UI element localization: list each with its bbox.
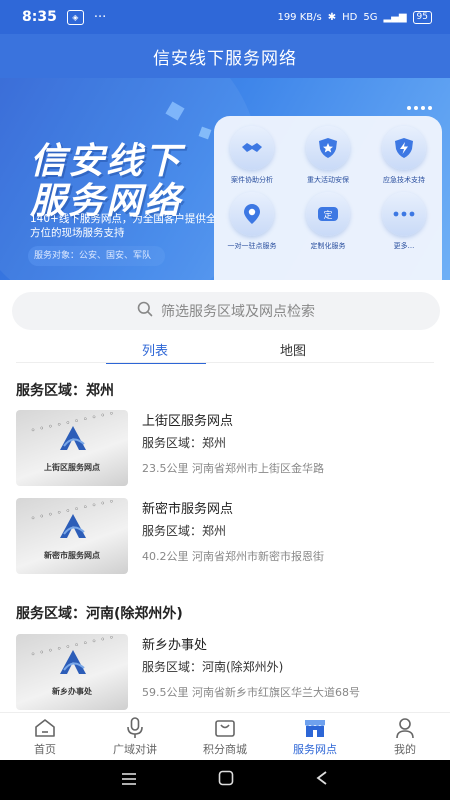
page-header: 信安线下服务网络 (0, 34, 450, 78)
decor-cube (165, 101, 185, 121)
shopping-bag-icon (214, 717, 236, 739)
service-onsite[interactable]: 一对一驻点服务 (216, 192, 288, 251)
signal-bars-icon: ▂▄▆ (383, 11, 407, 23)
search-bar[interactable]: 筛选服务区域及网点检索 (12, 292, 440, 330)
service-emergency-support[interactable]: 应急技术支持 (368, 126, 440, 185)
service-customized[interactable]: 定 定制化服务 (292, 192, 364, 251)
search-placeholder: 筛选服务区域及网点检索 (161, 304, 315, 320)
network-speed: 199 KB/s (277, 11, 322, 23)
region-title-zhengzhou: 服务区域：郑州 (16, 383, 114, 399)
svg-text:定: 定 (323, 209, 332, 221)
home-square-icon[interactable] (218, 770, 234, 790)
nav-intercom[interactable]: 广域对讲 (90, 713, 180, 760)
status-bar: 8:35 ◈ ··· 199 KB/s ✱ HD 5G ▂▄▆ 95 (0, 0, 450, 34)
banner-service-target: 服务对象：公安、国安、军队 (28, 246, 166, 266)
service-point-photo: ◦ ◦ ◦ ◦ ◦ ◦ ◦ ◦ ◦ ◦ 新密市服务网点 (16, 498, 128, 574)
nav-service-points[interactable]: 服务网点 (270, 713, 360, 760)
custom-badge-icon: 定 (306, 192, 350, 236)
company-logo-icon (60, 650, 86, 674)
service-point-name: 上街区服务网点 (142, 414, 234, 429)
tab-map[interactable]: 地图 (280, 340, 306, 359)
bluetooth-icon: ✱ (327, 11, 337, 23)
app-screen: 8:35 ◈ ··· 199 KB/s ✱ HD 5G ▂▄▆ 95 信安线下服… (0, 0, 450, 800)
service-point-photo: ◦ ◦ ◦ ◦ ◦ ◦ ◦ ◦ ◦ ◦ 上街区服务网点 (16, 410, 128, 486)
home-icon (34, 717, 56, 739)
menu-icon[interactable] (121, 771, 137, 790)
battery-icon: 95 (412, 10, 432, 24)
hd-icon: HD (342, 11, 358, 23)
app-notification-icon: ◈ (66, 9, 84, 25)
microphone-icon (126, 717, 144, 739)
user-icon (395, 717, 415, 739)
banner-description: 140+线下服务网点，为全国客户提供全方位的现场服务支持 (30, 213, 217, 239)
more-notifications-icon: ··· (93, 9, 107, 25)
system-navigation-bar (0, 760, 450, 800)
more-dots-icon (382, 192, 426, 236)
view-tabs: 列表 地图 (0, 336, 450, 364)
list-item[interactable]: ◦ ◦ ◦ ◦ ◦ ◦ ◦ ◦ ◦ ◦ 新乡办事处 新乡办事处 服务区域：河南(… (16, 634, 436, 710)
list-item[interactable]: ◦ ◦ ◦ ◦ ◦ ◦ ◦ ◦ ◦ ◦ 新密市服务网点 新密市服务网点 服务区域… (16, 498, 436, 574)
service-point-photo: ◦ ◦ ◦ ◦ ◦ ◦ ◦ ◦ ◦ ◦ 新乡办事处 (16, 634, 128, 710)
service-event-security[interactable]: 重大活动安保 (292, 126, 364, 185)
service-point-address: 40.2公里 河南省郑州市新密市报恩街 (142, 550, 324, 563)
service-point-address: 23.5公里 河南省郑州市上街区金华路 (142, 462, 324, 475)
service-point-region: 服务区域：河南(除郑州外) (142, 660, 284, 674)
back-icon[interactable] (315, 770, 329, 790)
company-logo-icon (60, 426, 86, 450)
search-icon (137, 301, 153, 321)
service-point-name: 新乡办事处 (142, 638, 208, 653)
service-grid: 案件协助分析 重大活动安保 应急技术支持 一对一驻点服务 定 定制化服务 更多.… (214, 116, 442, 280)
more-dots-icon (407, 106, 432, 110)
service-point-name: 新密市服务网点 (142, 502, 234, 517)
service-point-address: 59.5公里 河南省新乡市红旗区华兰大道68号 (142, 686, 360, 699)
region-title-henan: 服务区域：河南(除郑州外) (16, 606, 183, 622)
service-case-analysis[interactable]: 案件协助分析 (216, 126, 288, 185)
nav-profile[interactable]: 我的 (360, 713, 450, 760)
handshake-icon (230, 126, 274, 170)
store-icon (303, 717, 327, 739)
divider (16, 362, 434, 363)
promo-banner[interactable]: 信安线下 服务网络 140+线下服务网点，为全国客户提供全方位的现场服务支持 服… (0, 78, 450, 280)
nav-home[interactable]: 首页 (0, 713, 90, 760)
service-point-region: 服务区域：郑州 (142, 436, 227, 450)
tab-list[interactable]: 列表 (142, 340, 168, 359)
company-logo-icon (60, 514, 86, 538)
signal-label: 5G (363, 11, 378, 23)
location-pin-icon (230, 192, 274, 236)
nav-points-mall[interactable]: 积分商城 (180, 713, 270, 760)
status-time: 8:35 (22, 9, 57, 25)
service-point-region: 服务区域：郑州 (142, 524, 227, 538)
page-title: 信安线下服务网络 (153, 48, 297, 69)
bottom-navigation: 首页 广域对讲 积分商城 服务网点 我的 (0, 712, 450, 760)
lightning-shield-icon (382, 126, 426, 170)
list-item[interactable]: ◦ ◦ ◦ ◦ ◦ ◦ ◦ ◦ ◦ ◦ 上街区服务网点 上街区服务网点 服务区域… (16, 410, 436, 486)
service-more[interactable]: 更多... (368, 192, 440, 251)
shield-star-icon (306, 126, 350, 170)
decor-cube (198, 126, 212, 140)
